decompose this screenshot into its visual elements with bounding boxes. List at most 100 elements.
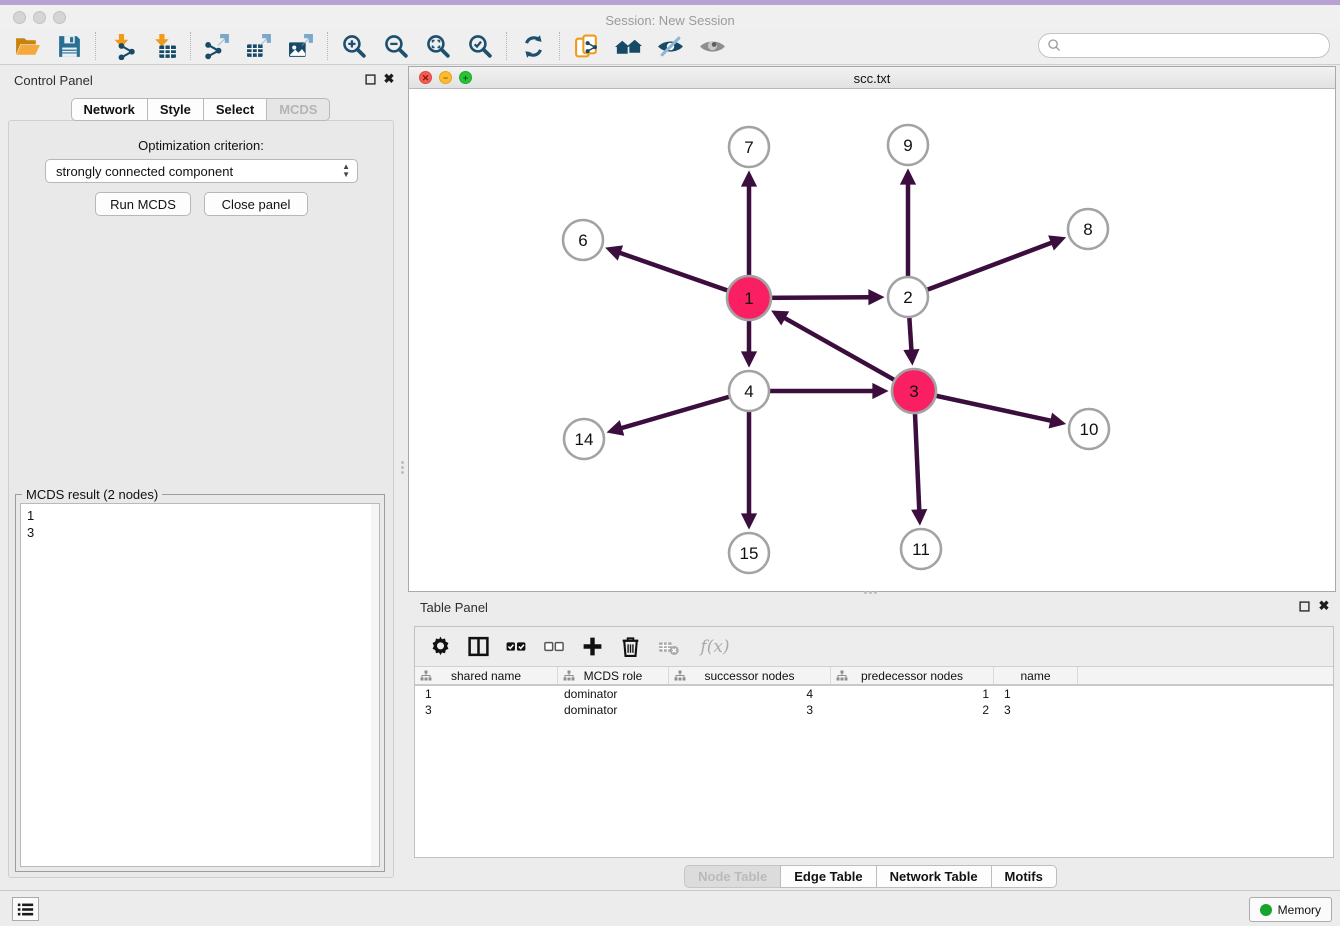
column-header-successor-nodes[interactable]: successor nodes: [669, 667, 831, 684]
graph-node-4[interactable]: 4: [729, 371, 769, 411]
table-cell[interactable]: 3: [669, 702, 831, 718]
export-table-icon[interactable]: [238, 30, 280, 62]
graph-node-9[interactable]: 9: [888, 125, 928, 165]
close-panel-button[interactable]: Close panel: [204, 192, 308, 216]
table-float-panel-icon[interactable]: [1297, 599, 1311, 613]
delete-table-icon: [651, 631, 685, 663]
table-cell[interactable]: 4: [669, 686, 831, 702]
criterion-label: Optimization criterion:: [9, 138, 393, 153]
table-cell[interactable]: 1: [831, 686, 994, 702]
mcds-result-list[interactable]: 1 3: [20, 503, 380, 867]
add-icon[interactable]: [575, 631, 609, 663]
network-window-titlebar[interactable]: ✕ − + scc.txt: [409, 67, 1335, 89]
column-header-shared-name[interactable]: shared name: [415, 667, 558, 684]
refresh-icon[interactable]: [512, 30, 554, 62]
network-graph[interactable]: 1 2 3 4 6 7 8 9 10 11 14 15: [409, 89, 1335, 592]
app-window: Session: New Session Control Panel ✖ Net…: [0, 0, 1340, 926]
table-header-row[interactable]: shared nameMCDS rolesuccessor nodesprede…: [415, 667, 1333, 686]
list-icon: [17, 902, 34, 917]
settings-icon[interactable]: [423, 631, 457, 663]
column-header-MCDS-role[interactable]: MCDS role: [558, 667, 669, 684]
edge-2-8[interactable]: [908, 242, 1053, 297]
table-row[interactable]: 1dominator411: [415, 686, 1333, 702]
tab-style[interactable]: Style: [147, 98, 204, 121]
svg-text:3: 3: [909, 382, 918, 401]
open-file-icon[interactable]: [6, 30, 48, 62]
svg-text:2: 2: [903, 288, 912, 307]
control-panel-tabs: NetworkStyleSelectMCDS: [6, 98, 396, 121]
table-panel: Table Panel ✖ f(x) shared nameMCDS roles…: [402, 596, 1340, 890]
zoom-out-icon[interactable]: [375, 30, 417, 62]
tab-mcds[interactable]: MCDS: [266, 98, 330, 121]
zoom-in-icon[interactable]: [333, 30, 375, 62]
tab-network-table[interactable]: Network Table: [876, 865, 992, 888]
mcds-result-title: MCDS result (2 nodes): [22, 487, 162, 502]
graph-node-2[interactable]: 2: [888, 277, 928, 317]
graph-node-11[interactable]: 11: [901, 529, 941, 569]
float-panel-icon[interactable]: [363, 72, 377, 86]
export-network-icon[interactable]: [196, 30, 238, 62]
deselect-all-icon[interactable]: [537, 631, 571, 663]
graph-node-3[interactable]: 3: [892, 369, 936, 413]
clone-network-icon[interactable]: [565, 30, 607, 62]
export-image-icon[interactable]: [280, 30, 322, 62]
show-all-icon[interactable]: [691, 30, 733, 62]
tab-network[interactable]: Network: [71, 98, 148, 121]
run-mcds-button[interactable]: Run MCDS: [95, 192, 191, 216]
table-close-panel-icon[interactable]: ✖: [1317, 599, 1331, 613]
table-cell[interactable]: 1: [994, 686, 1078, 702]
toolbar-separator: [559, 32, 560, 60]
graph-node-7[interactable]: 7: [729, 127, 769, 167]
toolbar-separator: [190, 32, 191, 60]
graph-node-15[interactable]: 15: [729, 533, 769, 573]
status-bar: Memory: [0, 890, 1340, 926]
search-icon: [1047, 38, 1062, 53]
svg-text:8: 8: [1083, 220, 1092, 239]
delete-icon[interactable]: [613, 631, 647, 663]
criterion-select[interactable]: strongly connected component ▲▼: [45, 159, 358, 183]
graph-node-8[interactable]: 8: [1068, 209, 1108, 249]
table-cell[interactable]: 2: [831, 702, 994, 718]
graph-node-6[interactable]: 6: [563, 220, 603, 260]
hide-selected-icon[interactable]: [649, 30, 691, 62]
mcds-panel-body: Optimization criterion: strongly connect…: [8, 120, 394, 878]
task-history-button[interactable]: [12, 897, 39, 921]
result-scrollbar[interactable]: [371, 504, 379, 866]
graph-node-10[interactable]: 10: [1069, 409, 1109, 449]
node-table[interactable]: shared nameMCDS rolesuccessor nodesprede…: [415, 667, 1333, 857]
tab-node-table[interactable]: Node Table: [684, 865, 781, 888]
table-cell[interactable]: dominator: [558, 686, 669, 702]
mcds-result-group: MCDS result (2 nodes) 1 3: [15, 494, 385, 872]
zoom-fit-icon[interactable]: [417, 30, 459, 62]
table-cell[interactable]: 1: [415, 686, 558, 702]
save-session-icon[interactable]: [48, 30, 90, 62]
horizontal-splitter-handle[interactable]: [858, 589, 882, 596]
table-row[interactable]: 3dominator323: [415, 702, 1333, 718]
column-header-predecessor-nodes[interactable]: predecessor nodes: [831, 667, 994, 684]
memory-button[interactable]: Memory: [1249, 897, 1332, 922]
select-all-icon[interactable]: [499, 631, 533, 663]
network-canvas[interactable]: 1 2 3 4 6 7 8 9 10 11 14 15: [409, 89, 1335, 591]
table-cell[interactable]: 3: [415, 702, 558, 718]
column-view-icon[interactable]: [461, 631, 495, 663]
table-cell[interactable]: dominator: [558, 702, 669, 718]
tab-select[interactable]: Select: [203, 98, 267, 121]
import-network-icon[interactable]: [101, 30, 143, 62]
zoom-selected-icon[interactable]: [459, 30, 501, 62]
toolbar-separator: [506, 32, 507, 60]
import-table-icon[interactable]: [143, 30, 185, 62]
search-field[interactable]: [1038, 33, 1330, 58]
tab-motifs[interactable]: Motifs: [991, 865, 1057, 888]
tab-edge-table[interactable]: Edge Table: [780, 865, 876, 888]
vertical-splitter-handle[interactable]: [399, 455, 406, 479]
svg-text:7: 7: [744, 138, 753, 157]
close-panel-icon[interactable]: ✖: [382, 72, 396, 86]
graph-node-14[interactable]: 14: [564, 419, 604, 459]
graph-node-1[interactable]: 1: [727, 276, 771, 320]
search-input[interactable]: [1062, 34, 1329, 57]
control-panel-title: Control Panel: [14, 73, 93, 88]
svg-text:6: 6: [578, 231, 587, 250]
column-header-name[interactable]: name: [994, 667, 1078, 684]
home-icon[interactable]: [607, 30, 649, 62]
table-cell[interactable]: 3: [994, 702, 1078, 718]
